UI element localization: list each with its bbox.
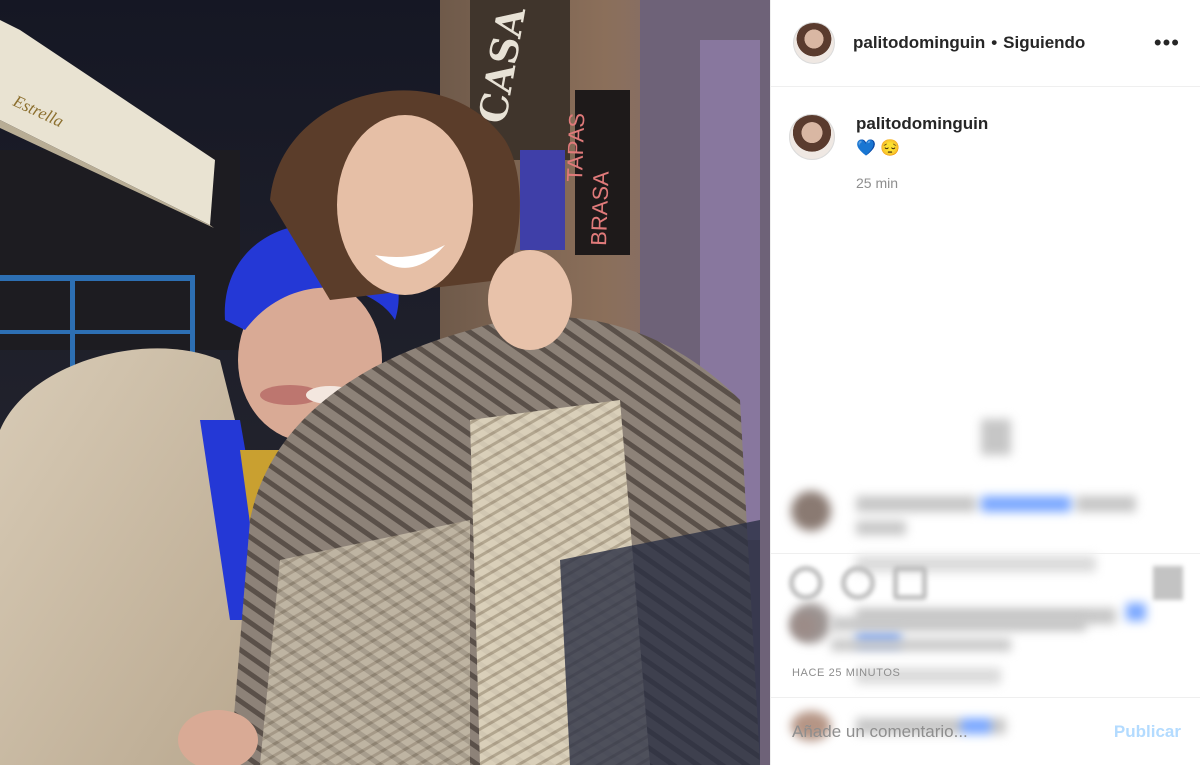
caption-avatar[interactable] (789, 114, 835, 160)
follow-status-button[interactable]: Siguiendo (1003, 33, 1085, 53)
publish-button[interactable]: Publicar (1114, 722, 1181, 742)
caption: palitodominguin 💙 😔 25 min (771, 87, 1200, 191)
photo-illustration: Estrella CASA TAPAS BRASA (0, 0, 770, 765)
share-icon[interactable] (893, 565, 927, 600)
pensive-face-emoji: 😔 (880, 140, 901, 157)
load-more-comments-icon[interactable] (981, 419, 1011, 455)
posted-time: HACE 25 MINUTOS (792, 667, 901, 679)
author-avatar[interactable] (793, 22, 835, 64)
post-header: palitodominguin • Siguiendo ••• (771, 0, 1200, 87)
comment-text (981, 496, 1071, 512)
comment-avatar[interactable] (791, 491, 831, 531)
bookmark-icon[interactable] (1153, 565, 1183, 600)
comment-text (1076, 496, 1136, 512)
author-line: palitodominguin • Siguiendo (853, 33, 1085, 53)
caption-text: 💙 😔 (856, 138, 988, 158)
photo-sign-tapas: TAPAS (562, 112, 589, 182)
ellipsis-icon[interactable]: ••• (1154, 32, 1180, 54)
caption-username[interactable]: palitodominguin (856, 114, 988, 134)
comment-icon[interactable] (841, 565, 875, 600)
author-username[interactable]: palitodominguin (853, 33, 985, 53)
post-actions (771, 553, 1200, 611)
comment-text (856, 521, 906, 535)
heart-icon[interactable] (789, 565, 823, 600)
blue-heart-emoji: 💙 (856, 140, 876, 157)
post-photo[interactable]: Estrella CASA TAPAS BRASA (0, 0, 770, 765)
follow-separator: • (991, 33, 998, 52)
caption-time: 25 min (856, 175, 899, 191)
post-side-panel: palitodominguin • Siguiendo ••• palitodo… (770, 0, 1200, 765)
comment-text (856, 496, 976, 512)
comment-input[interactable] (792, 721, 1114, 742)
comment-composer: Publicar (771, 697, 1200, 765)
photo-sign-brasa: BRASA (586, 170, 614, 246)
